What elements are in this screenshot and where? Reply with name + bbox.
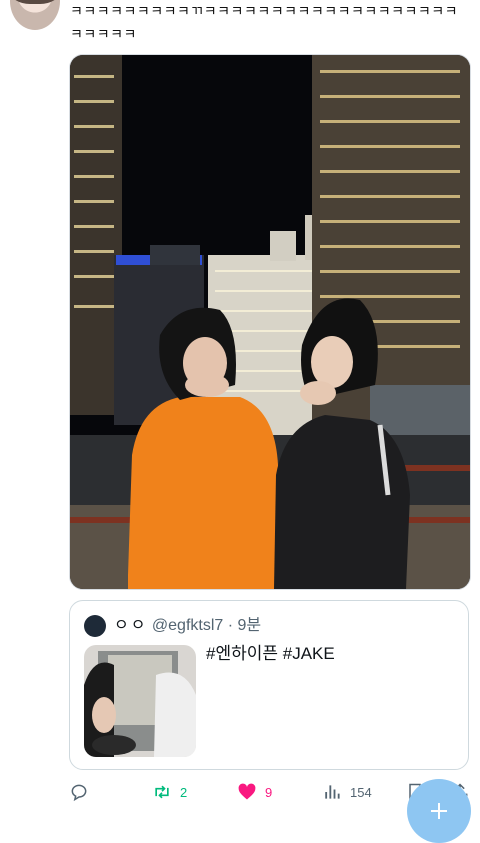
quoted-separator: · bbox=[227, 617, 234, 634]
quoted-author-avatar[interactable] bbox=[84, 615, 106, 637]
quoted-tweet-thumbnail[interactable] bbox=[84, 645, 196, 757]
tweet-text: ㅋㅋㅋㅋㅋㅋㅋㅋㅋㄲㅋㅋㅋㅋㅋㅋㅋㅋㅋㅋㅋㅋㅋㅋㅋㅋㅋㅋㅋㅋㅋㅋㅋㅋ bbox=[70, 3, 459, 42]
heart-icon bbox=[238, 783, 256, 800]
views-icon bbox=[325, 785, 340, 799]
like-count: 9 bbox=[265, 784, 273, 800]
quoted-author-handle[interactable]: @egfktsl7 bbox=[152, 617, 223, 634]
like-button[interactable]: 9 bbox=[237, 778, 272, 806]
compose-plus-icon bbox=[431, 803, 447, 819]
author-avatar[interactable] bbox=[10, 0, 60, 30]
views-button[interactable]: 154 bbox=[322, 778, 372, 806]
quoted-tweet-header: ㅇㅇ @egfktsl7 · 9분 bbox=[114, 615, 261, 637]
reply-button[interactable] bbox=[69, 778, 89, 806]
night-city-photo bbox=[70, 55, 470, 589]
quoted-tweet-card[interactable]: ㅇㅇ @egfktsl7 · 9분 #엔하이픈 #JAKE bbox=[69, 600, 469, 770]
quoted-tweet-text: #엔하이픈 #JAKE bbox=[206, 644, 335, 663]
compose-tweet-button[interactable] bbox=[407, 779, 471, 843]
views-count: 154 bbox=[350, 784, 372, 800]
retweet-button[interactable]: 2 bbox=[152, 778, 187, 806]
quoted-timestamp[interactable]: 9분 bbox=[238, 617, 262, 634]
thumbnail-photo bbox=[84, 645, 196, 757]
quoted-author-name[interactable]: ㅇㅇ bbox=[114, 617, 147, 634]
retweet-count: 2 bbox=[180, 784, 188, 800]
reply-icon bbox=[71, 784, 87, 802]
tweet-photo[interactable] bbox=[69, 54, 471, 590]
retweet-icon bbox=[155, 785, 169, 799]
